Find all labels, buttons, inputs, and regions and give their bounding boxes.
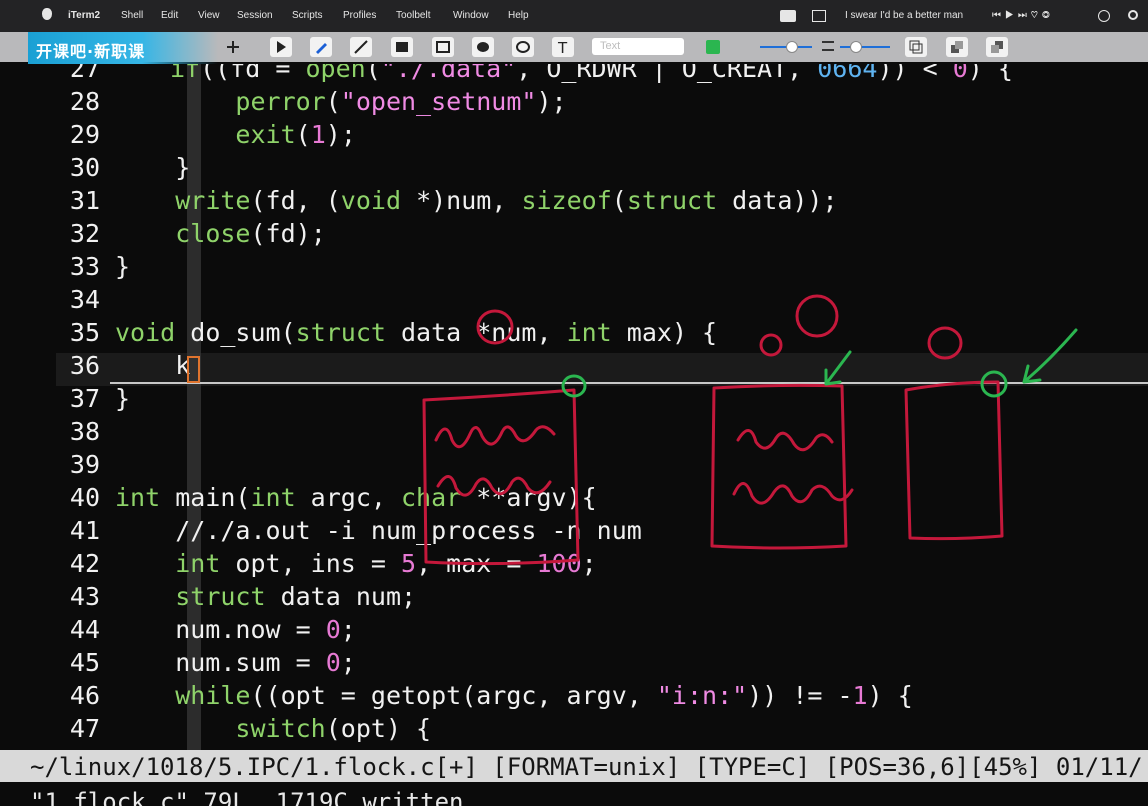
opacity-slider-knob[interactable] [786, 41, 798, 53]
text-input-placeholder: Text [600, 40, 621, 52]
cursorline-underline [110, 382, 1148, 384]
code-line[interactable]: } [115, 252, 130, 281]
line-number: 44 [69, 615, 100, 644]
pen-tool-icon[interactable] [310, 37, 332, 57]
line-number: 27 [69, 64, 100, 83]
menu-help[interactable]: Help [508, 10, 529, 21]
vim-editor[interactable]: 27 if((fd = open("./.data", O_RDWR | O_CR… [0, 64, 1148, 750]
code-line[interactable]: switch(opt) { [115, 714, 431, 743]
code-line[interactable]: } [115, 153, 190, 182]
line-width-icon[interactable] [822, 41, 834, 51]
svg-text:T: T [557, 39, 568, 55]
code-line[interactable]: struct data num; [115, 582, 416, 611]
menu-window[interactable]: Window [453, 10, 489, 21]
line-number: 41 [69, 516, 100, 545]
line-number: 39 [69, 450, 100, 479]
menu-app-name[interactable]: iTerm2 [68, 10, 100, 21]
code-line[interactable]: int opt, ins = 5, max = 100; [115, 549, 596, 578]
vim-status-line: ~/linux/1018/5.IPC/1.flock.c[+] [FORMAT=… [0, 750, 1148, 782]
line-width-slider[interactable] [840, 46, 890, 48]
text-tool-icon[interactable]: T [552, 37, 574, 57]
line-number: 33 [69, 252, 100, 281]
layer-back-icon[interactable] [946, 37, 968, 57]
line-number: 28 [69, 87, 100, 116]
menu-scripts[interactable]: Scripts [292, 10, 323, 21]
code-line[interactable]: int main(int argc, char **argv){ [115, 483, 597, 512]
code-line[interactable]: write(fd, (void *)num, sizeof(struct dat… [115, 186, 837, 215]
line-number: 37 [69, 384, 100, 413]
ellipse-outline-icon[interactable] [512, 37, 534, 57]
line-width-slider-knob[interactable] [850, 41, 862, 53]
command-key-icon[interactable] [780, 10, 796, 22]
line-number: 35 [69, 318, 100, 347]
line-number: 47 [69, 714, 100, 743]
code-line[interactable]: perror("open_setnum"); [115, 87, 566, 116]
menu-toolbelt[interactable]: Toolbelt [396, 10, 430, 21]
now-playing-title[interactable]: I swear I'd be a better man [845, 10, 963, 21]
brand-watermark: 开课吧·新职课 [28, 32, 218, 64]
line-number: 34 [69, 285, 100, 314]
line-number: 42 [69, 549, 100, 578]
text-cursor [187, 356, 200, 383]
layer-front-icon[interactable] [986, 37, 1008, 57]
line-number: 29 [69, 120, 100, 149]
line-number: 43 [69, 582, 100, 611]
code-line[interactable]: if((fd = open("./.data", O_RDWR | O_CREA… [170, 64, 1013, 83]
line-number: 32 [69, 219, 100, 248]
line-number: 38 [69, 417, 100, 446]
copy-icon[interactable] [905, 37, 927, 57]
text-input[interactable]: Text [592, 38, 684, 55]
select-arrow-icon[interactable] [270, 37, 292, 57]
menu-edit[interactable]: Edit [161, 10, 178, 21]
media-controls-icon[interactable]: ⏮▶⏭♡◎ [992, 10, 1054, 21]
filled-ellipse-icon[interactable] [472, 37, 494, 57]
code-line[interactable]: num.sum = 0; [115, 648, 356, 677]
code-line[interactable]: } [115, 384, 130, 413]
code-line[interactable]: k [115, 351, 190, 380]
line-number: 36 [69, 351, 100, 380]
search-icon[interactable] [1128, 10, 1138, 20]
code-line[interactable]: exit(1); [115, 120, 355, 149]
menu-shell[interactable]: Shell [121, 10, 143, 21]
menu-session[interactable]: Session [237, 10, 273, 21]
line-number: 45 [69, 648, 100, 677]
line-tool-icon[interactable] [350, 37, 372, 57]
line-number: 30 [69, 153, 100, 182]
code-line[interactable]: num.now = 0; [115, 615, 356, 644]
color-swatch[interactable] [706, 40, 720, 54]
filled-rect-icon[interactable] [391, 37, 413, 57]
code-line[interactable]: while((opt = getopt(argc, argv, "i:n:"))… [115, 681, 913, 710]
code-line[interactable]: //./a.out -i num_process -n num [115, 516, 642, 545]
message-text: "1.flock.c" 79L, 1719C written [30, 788, 464, 806]
status-text: ~/linux/1018/5.IPC/1.flock.c[+] [FORMAT=… [30, 753, 1143, 781]
apple-icon[interactable] [42, 8, 52, 20]
menu-profiles[interactable]: Profiles [343, 10, 376, 21]
menu-bar: iTerm2 Shell Edit View Session Scripts P… [0, 0, 1148, 32]
airdrop-icon[interactable] [1098, 10, 1110, 22]
line-number: 46 [69, 681, 100, 710]
rect-outline-icon[interactable] [432, 37, 454, 57]
brand-text: 开课吧·新职课 [36, 42, 146, 61]
vim-message-line: "1.flock.c" 79L, 1719C written [0, 782, 1148, 806]
move-tool-icon[interactable] [222, 37, 244, 57]
line-number: 40 [69, 483, 100, 512]
code-line[interactable]: void do_sum(struct data *num, int max) { [115, 318, 717, 347]
compose-icon[interactable] [812, 10, 826, 22]
menu-view[interactable]: View [198, 10, 220, 21]
line-number: 31 [69, 186, 100, 215]
code-line[interactable]: close(fd); [115, 219, 326, 248]
